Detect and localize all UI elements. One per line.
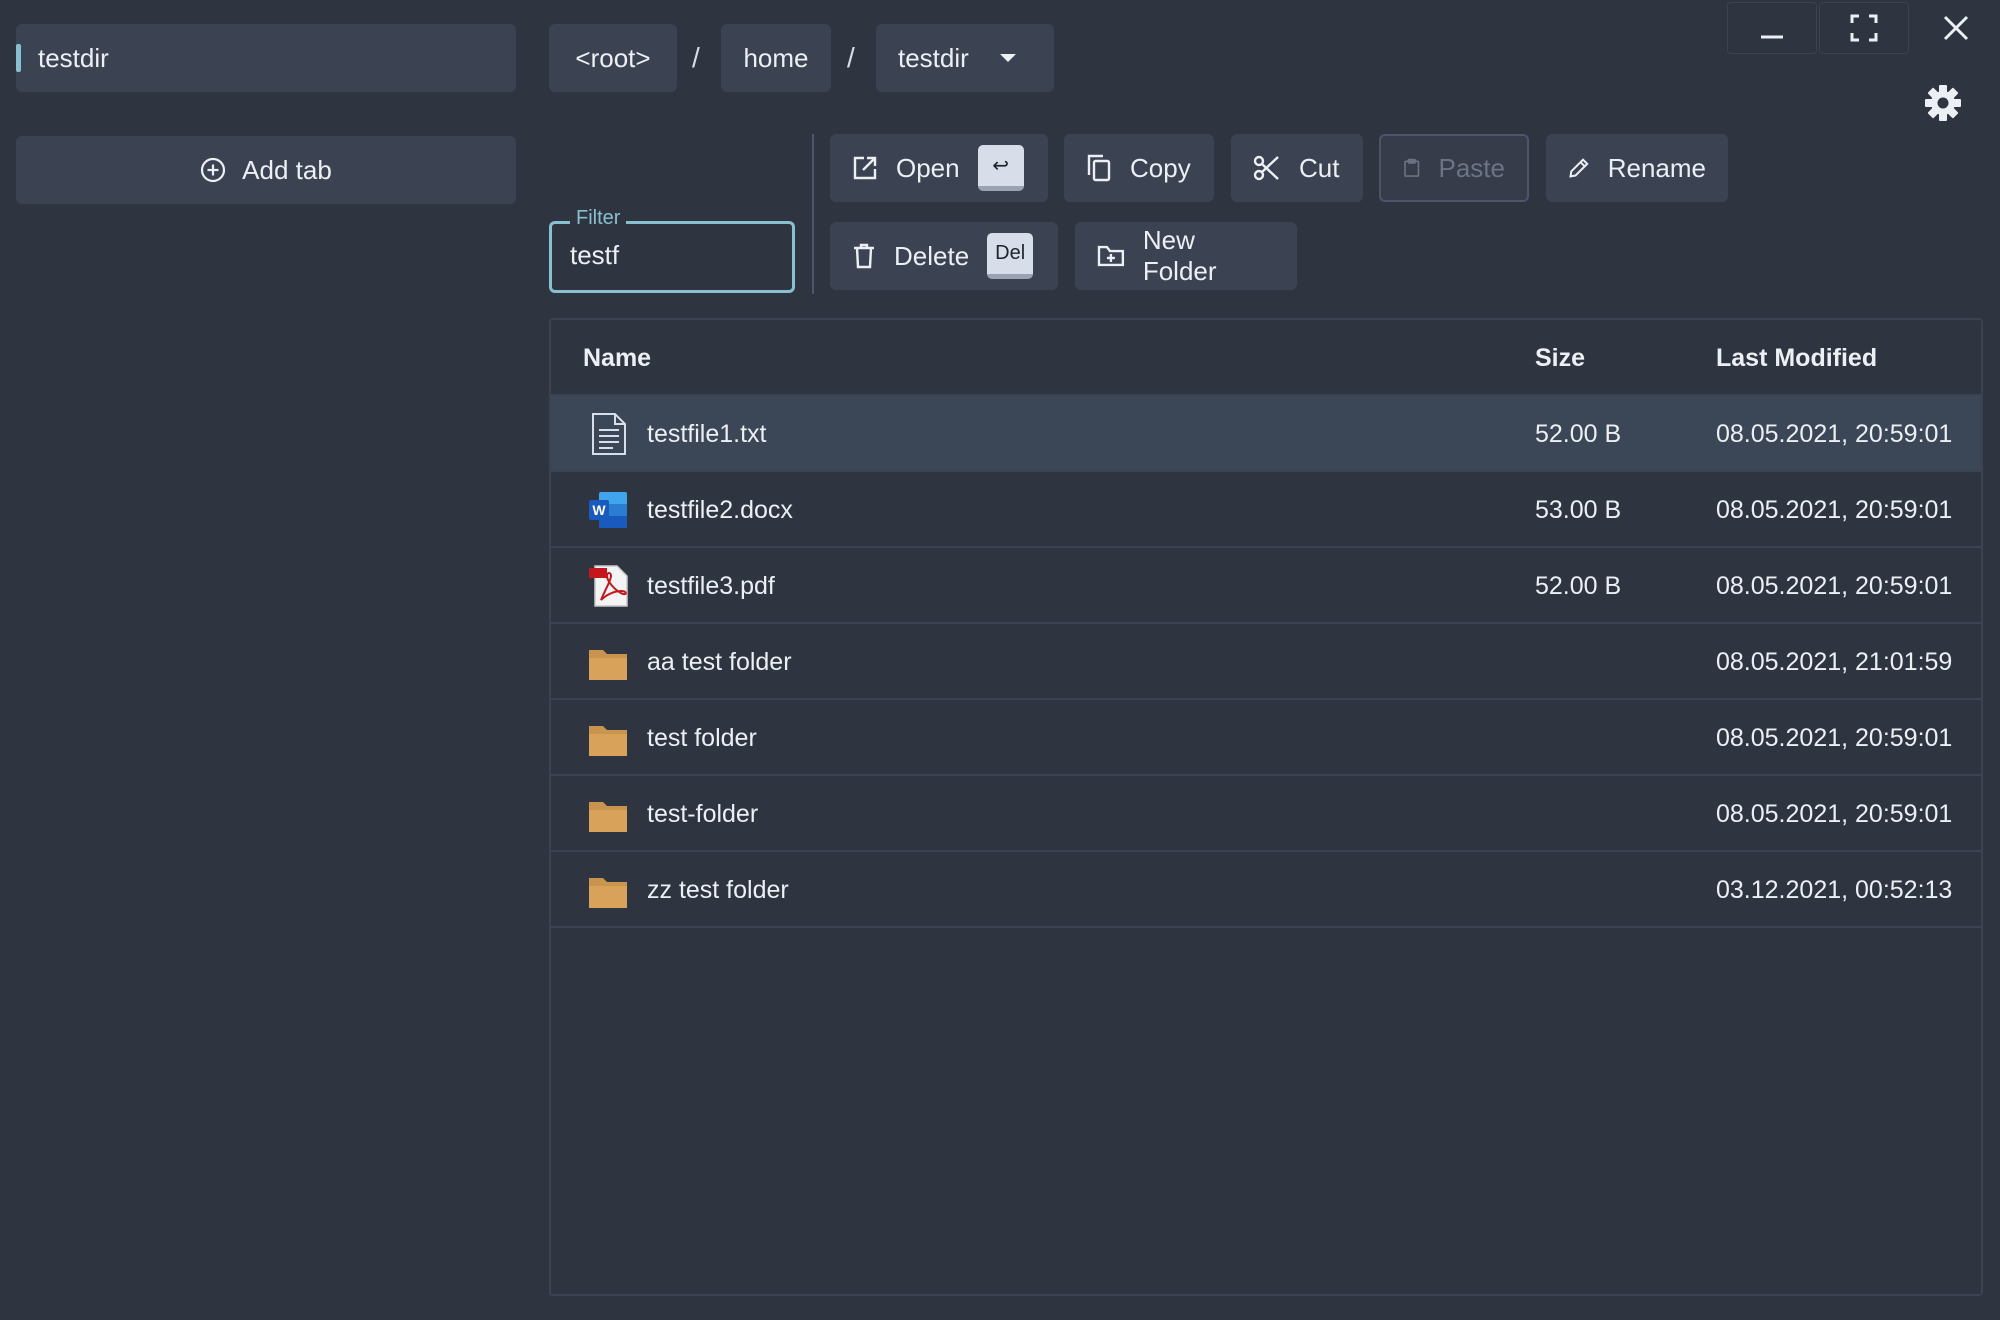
file-modified: 08.05.2021, 20:59:01 [1716,800,1953,828]
copy-button[interactable]: Copy [1064,134,1214,202]
rename-button[interactable]: Rename [1546,134,1728,202]
enter-key-hint: ↩ [977,145,1024,191]
file-size: 52.00 B [1535,572,1622,600]
file-table: Name Size Last Modified testfile1.txt 52… [549,318,1983,1296]
breadcrumb-home-label: home [743,42,809,73]
file-modified: 03.12.2021, 00:52:13 [1716,876,1953,904]
copy-label: Copy [1130,152,1191,183]
file-name: testfile3.pdf [647,572,775,600]
filter-input[interactable] [570,240,770,271]
pencil-icon [1569,158,1589,178]
open-button[interactable]: Open ↩ [830,134,1048,202]
file-name: testfile1.txt [647,420,767,448]
breadcrumb-current-label: testdir [898,42,969,73]
paste-button[interactable]: Paste [1379,134,1529,202]
minimize-button[interactable] [1727,2,1817,54]
file-modified: 08.05.2021, 21:01:59 [1716,648,1953,676]
file-modified: 08.05.2021, 20:59:01 [1716,724,1953,752]
file-name: zz test folder [647,876,789,904]
folder-icon [589,802,627,832]
plus-circle-icon [201,157,226,183]
table-row[interactable]: testfile1.txt 52.00 B 08.05.2021, 20:59:… [551,396,1981,472]
file-name: aa test folder [647,648,792,676]
trash-icon [854,243,874,269]
folder-icon [589,726,627,756]
delete-button[interactable]: Delete Del [830,222,1058,290]
delete-label: Delete [894,240,970,271]
table-row[interactable]: testfile3.pdf 52.00 B 08.05.2021, 20:59:… [551,548,1981,624]
cut-label: Cut [1299,152,1340,183]
caret-down-icon[interactable] [999,52,1017,64]
column-modified-header[interactable]: Last Modified [1716,344,1877,373]
cut-button[interactable]: Cut [1231,134,1363,202]
breadcrumb-root-label: <root> [575,42,651,73]
table-row[interactable]: test-folder 08.05.2021, 20:59:01 [551,776,1981,852]
breadcrumb-root[interactable]: <root> [549,24,677,92]
svg-text:W: W [592,502,606,518]
table-row[interactable]: aa test folder 08.05.2021, 21:01:59 [551,624,1981,700]
open-external-icon [853,156,877,180]
del-key-hint: Del [987,233,1034,279]
pdf-file-icon [589,565,628,607]
table-row[interactable]: zz test folder 03.12.2021, 00:52:13 [551,852,1981,928]
toolbar-divider [812,134,814,294]
settings-button[interactable] [1924,84,1962,122]
file-modified: 08.05.2021, 20:59:01 [1716,496,1953,524]
breadcrumb-home[interactable]: home [721,24,831,92]
word-doc-icon: W [589,492,627,528]
file-size: 53.00 B [1535,496,1622,524]
tab-testdir[interactable]: testdir [16,24,516,92]
copy-icon [1087,154,1111,182]
breadcrumb-separator: / [692,42,700,73]
add-tab-label: Add tab [242,154,332,185]
minimize-icon [1761,35,1783,39]
breadcrumb-separator: / [847,42,855,73]
paste-label: Paste [1438,152,1506,183]
fullscreen-icon [1850,14,1878,42]
column-size-header[interactable]: Size [1535,344,1585,373]
table-header: Name Size Last Modified [551,320,1981,396]
tab-label: testdir [38,42,109,73]
folder-icon [589,650,627,680]
folder-icon [589,878,627,908]
file-name: test-folder [647,800,759,828]
file-name: test folder [647,724,757,752]
rename-label: Rename [1607,152,1706,183]
file-modified: 08.05.2021, 20:59:01 [1716,572,1953,600]
close-icon [1943,15,1969,41]
filter-label: Filter [570,207,627,230]
column-name-header[interactable]: Name [583,344,651,373]
open-label: Open [896,152,960,183]
new-folder-label: New Folder [1142,225,1217,286]
maximize-button[interactable] [1819,2,1909,54]
breadcrumb-current[interactable]: testdir [876,24,1054,92]
filter-field[interactable]: Filter [549,207,795,293]
table-row[interactable]: W testfile2.docx 53.00 B 08.05.2021, 20:… [551,472,1981,548]
add-tab-button[interactable]: Add tab [16,136,516,204]
new-folder-button[interactable]: New Folder [1075,222,1297,290]
close-button[interactable] [1911,2,2000,54]
file-modified: 08.05.2021, 20:59:01 [1716,420,1953,448]
scissors-icon [1253,155,1279,181]
text-file-icon [592,413,626,455]
file-size: 52.00 B [1535,420,1622,448]
table-row[interactable]: test folder 08.05.2021, 20:59:01 [551,700,1981,776]
gear-icon [1925,85,1961,121]
clipboard-icon [1404,158,1420,177]
folder-plus-icon [1097,245,1125,267]
file-name: testfile2.docx [647,496,793,524]
